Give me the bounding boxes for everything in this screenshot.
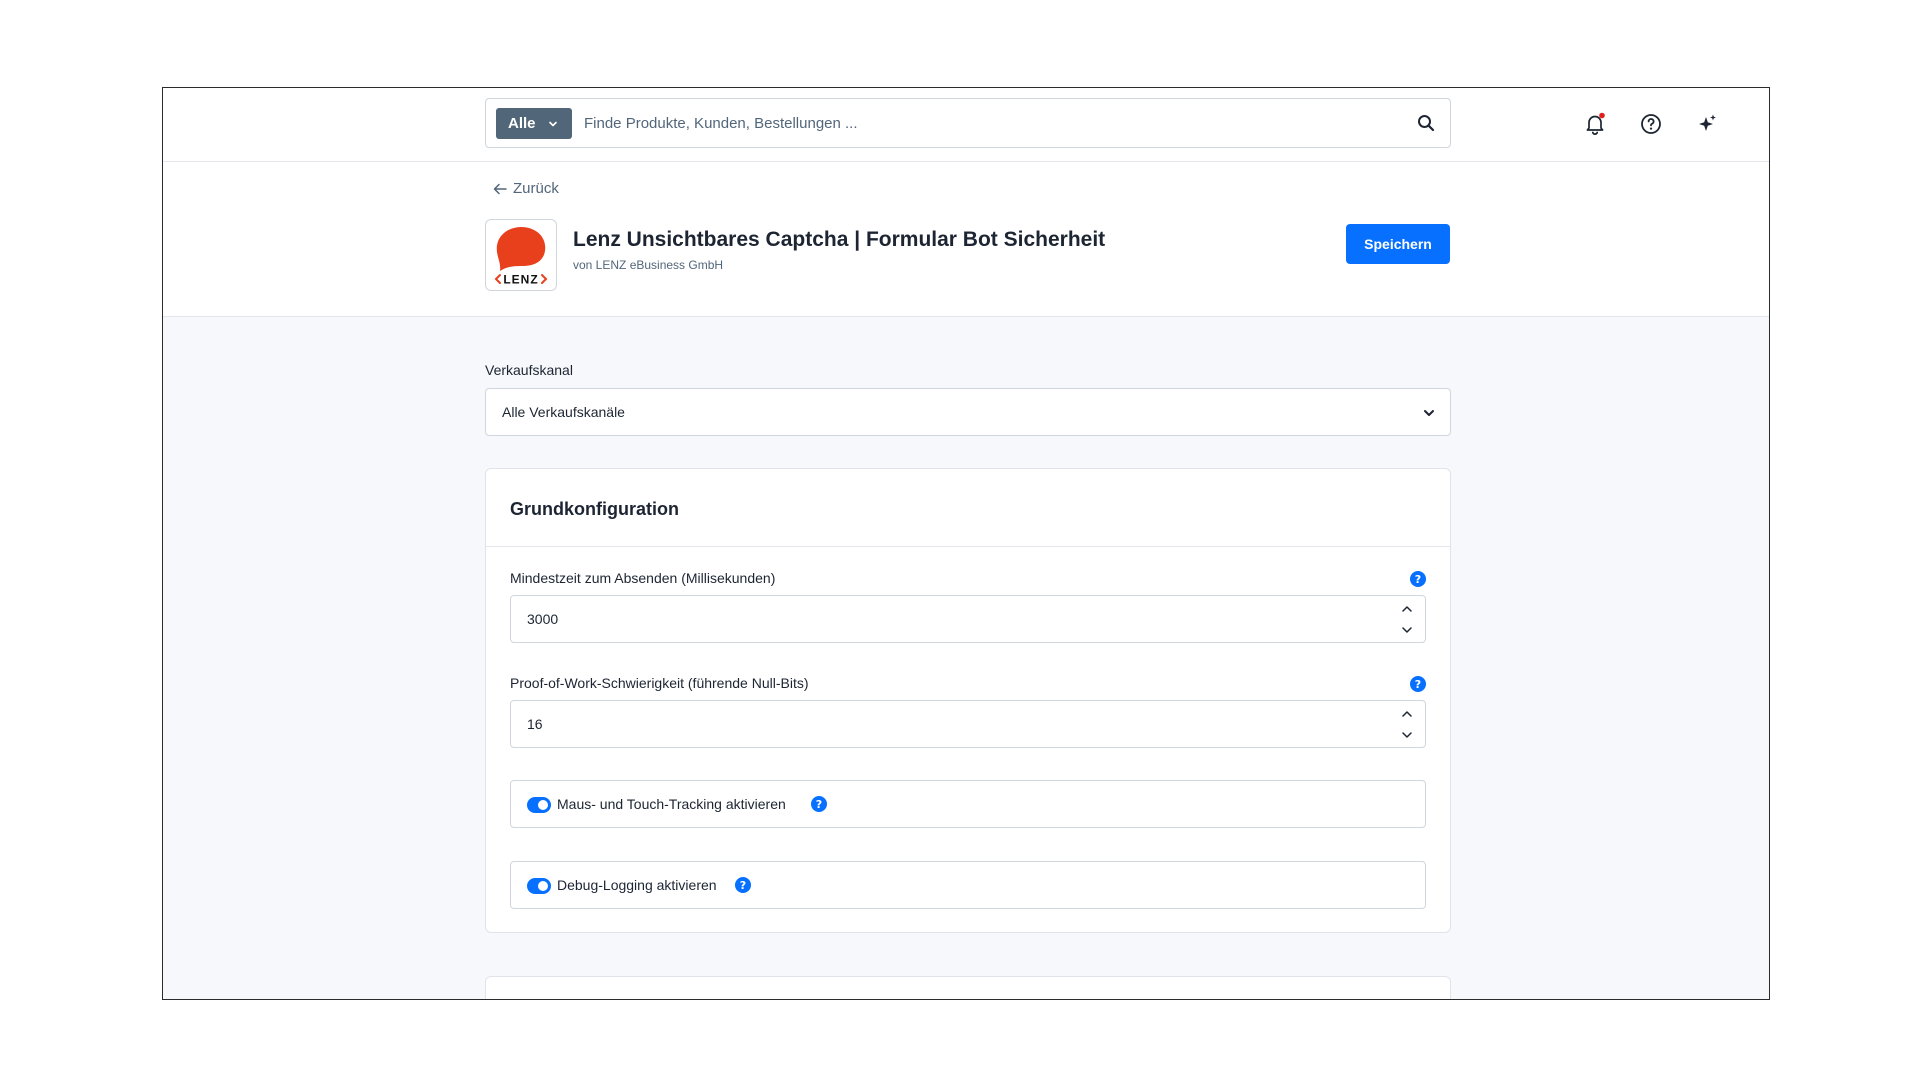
min-submit-time-label: Mindestzeit zum Absenden (Millisekunden) <box>510 570 776 586</box>
debug-toggle-label: Debug-Logging aktivieren <box>557 877 717 893</box>
decrement-button[interactable] <box>1399 728 1415 742</box>
saleschannel-label: Verkaufskanal <box>485 362 573 378</box>
help-button[interactable] <box>1637 110 1665 138</box>
notifications-button[interactable] <box>1581 110 1609 138</box>
config-card-title: Grundkonfiguration <box>510 499 679 519</box>
svg-text:LENZ: LENZ <box>503 273 538 287</box>
ai-assistant-button[interactable] <box>1693 110 1721 138</box>
tracking-toggle-switch[interactable] <box>527 797 551 813</box>
chevron-up-icon <box>1402 711 1412 717</box>
config-card: Grundkonfiguration Mindestzeit zum Absen… <box>485 468 1451 933</box>
next-config-card <box>485 976 1451 999</box>
page-title: Lenz Unsichtbares Captcha | Formular Bot… <box>573 228 1106 251</box>
back-label: Zurück <box>513 180 559 197</box>
debug-toggle-row: Debug-Logging aktivieren ? <box>510 861 1426 909</box>
chevron-up-icon <box>1402 606 1412 612</box>
chevron-down-icon <box>1424 410 1434 416</box>
app-window: Alle Finde Produkte, Kunden, Bestellunge… <box>162 87 1770 1000</box>
help-icon[interactable]: ? <box>1410 676 1426 692</box>
chevron-down-icon <box>548 121 557 126</box>
divider <box>486 546 1450 547</box>
question-circle-icon <box>1641 114 1661 134</box>
notification-badge <box>1599 112 1605 119</box>
help-icon[interactable]: ? <box>735 877 751 893</box>
increment-button[interactable] <box>1399 707 1415 721</box>
help-icon[interactable]: ? <box>811 796 827 812</box>
debug-toggle-switch[interactable] <box>527 878 551 894</box>
global-search: Alle <box>485 98 1451 148</box>
help-icon[interactable]: ? <box>1410 571 1426 587</box>
tracking-toggle-row: Maus- und Touch-Tracking aktivieren ? <box>510 780 1426 828</box>
chevron-down-icon <box>1402 627 1412 633</box>
min-submit-time-input[interactable] <box>527 596 1347 642</box>
toggle-knob <box>538 881 548 891</box>
chevron-down-icon <box>1402 732 1412 738</box>
page-header: Zurück LENZ Lenz Unsichtbares Captcha | … <box>163 162 1769 317</box>
arrow-left-icon <box>493 183 507 194</box>
search-input[interactable] <box>584 99 1404 147</box>
bell-icon <box>1586 112 1605 135</box>
saleschannel-select[interactable]: Alle Verkaufskanäle <box>485 388 1451 436</box>
search-scope-button[interactable]: Alle <box>496 108 572 139</box>
number-stepper <box>1399 707 1415 743</box>
sparkle-icon <box>1699 114 1716 131</box>
search-icon[interactable] <box>1416 113 1436 133</box>
pow-difficulty-input[interactable] <box>527 701 1347 747</box>
min-submit-time-field <box>510 595 1426 643</box>
tracking-toggle-label: Maus- und Touch-Tracking aktivieren <box>557 796 786 812</box>
decrement-button[interactable] <box>1399 623 1415 637</box>
pow-difficulty-field <box>510 700 1426 748</box>
increment-button[interactable] <box>1399 602 1415 616</box>
top-bar: Alle <box>163 88 1769 162</box>
toggle-knob <box>538 800 548 810</box>
save-button[interactable]: Speichern <box>1346 224 1450 264</box>
search-scope-label: Alle <box>508 115 536 132</box>
app-logo: LENZ <box>485 219 557 291</box>
pow-difficulty-label: Proof-of-Work-Schwierigkeit (führende Nu… <box>510 675 809 691</box>
vendor-name: von LENZ eBusiness GmbH <box>573 258 724 272</box>
back-link[interactable]: Zurück <box>493 180 559 197</box>
saleschannel-value: Alle Verkaufskanäle <box>502 404 625 420</box>
number-stepper <box>1399 602 1415 638</box>
